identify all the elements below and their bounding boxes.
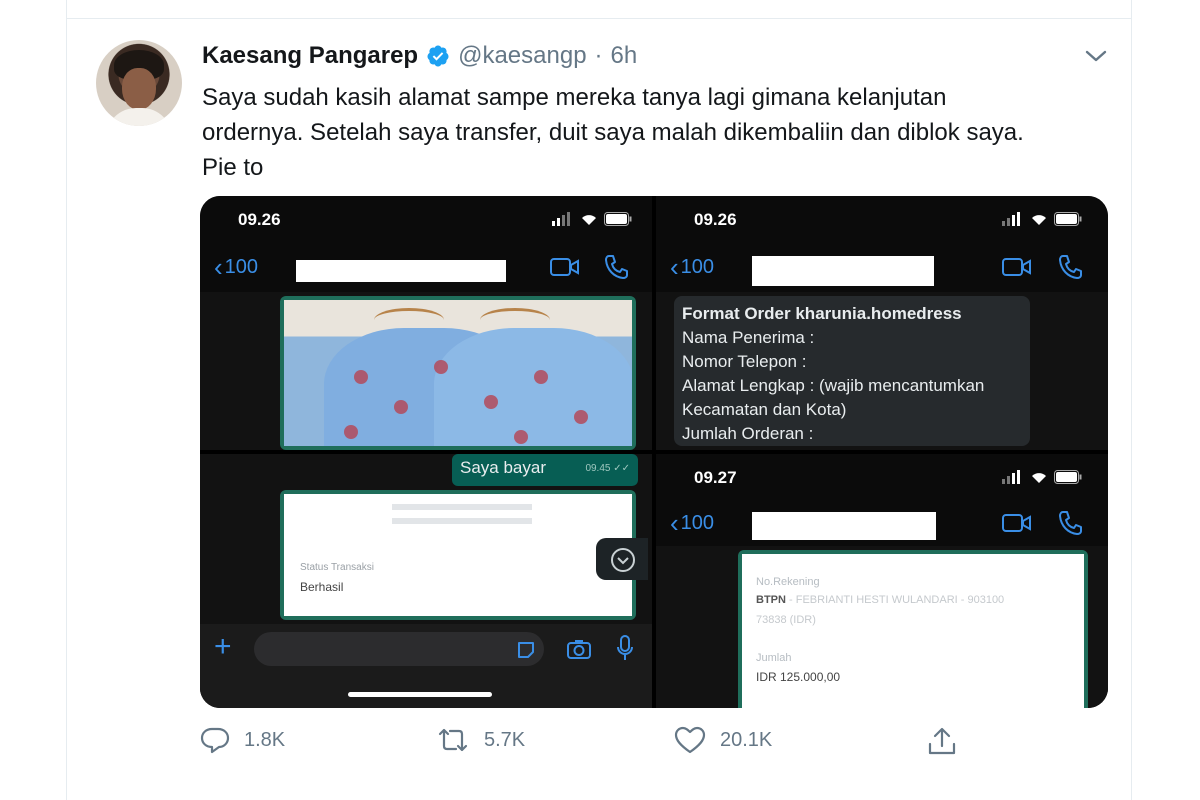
- message-line: Nama Penerima :: [682, 328, 815, 347]
- account-value: BTPN - FEBRIANTI HESTI WULANDARI - 90310…: [756, 594, 1005, 606]
- phone-icon[interactable]: [1058, 510, 1082, 536]
- message-title: Format Order kharunia.homedress: [682, 304, 962, 323]
- mic-icon[interactable]: [616, 634, 634, 662]
- chat-header: ‹ 100: [200, 246, 652, 288]
- phone-icon[interactable]: [604, 254, 628, 280]
- dress-photo: [284, 300, 632, 446]
- tweet-text: Saya sudah kasih alamat sampe mereka tan…: [202, 80, 1122, 185]
- message-line: Alamat Lengkap : (wajib mencantumkan: [682, 376, 985, 395]
- photo-message[interactable]: [280, 296, 636, 450]
- account-label: No.Rekening: [756, 576, 820, 588]
- sticker-icon[interactable]: [516, 640, 536, 660]
- status-time: 09.26: [694, 210, 737, 229]
- author-handle[interactable]: @kaesangp: [458, 42, 586, 70]
- amount-label: Jumlah: [756, 652, 792, 664]
- chevron-down-icon: [611, 548, 635, 572]
- redacted-contact: [752, 256, 934, 286]
- media-image-1[interactable]: 09.26 ‹ 100: [200, 196, 652, 450]
- redacted-contact: [752, 512, 936, 540]
- chat-header: ‹ 100: [656, 246, 1108, 288]
- reply-count: 1.8K: [244, 728, 286, 751]
- back-button[interactable]: ‹ 100: [670, 254, 714, 280]
- status-time: 09.26: [238, 210, 281, 229]
- tweet-media-grid[interactable]: 09.26 ‹ 100 09.26 ‹ 100 Format Order kha…: [200, 196, 1108, 708]
- share-button[interactable]: [926, 726, 958, 756]
- video-call-icon[interactable]: [1002, 256, 1032, 278]
- retweet-button[interactable]: 5.7K: [436, 726, 525, 754]
- share-icon: [928, 727, 956, 755]
- status-time: 09.27: [694, 468, 737, 487]
- camera-icon[interactable]: [566, 638, 592, 660]
- plus-icon[interactable]: +: [214, 630, 232, 664]
- tweet-actions: 1.8K 5.7K 20.1K: [200, 726, 980, 766]
- back-button[interactable]: ‹ 100: [214, 254, 258, 280]
- tweet-text-line: ordernya. Setelah saya transfer, duit sa…: [202, 119, 1024, 146]
- reply-icon: [200, 727, 230, 754]
- retweet-count: 5.7K: [484, 728, 526, 751]
- tweet-time[interactable]: 6h: [611, 42, 638, 70]
- account-value-2: 73838 (IDR): [756, 614, 816, 626]
- amount-value: IDR 125.000,00: [756, 670, 841, 684]
- reply-button[interactable]: 1.8K: [200, 726, 285, 754]
- order-format-message: Format Order kharunia.homedress Nama Pen…: [674, 296, 1030, 446]
- receipt-status-value: Berhasil: [300, 580, 344, 594]
- video-call-icon[interactable]: [550, 256, 580, 278]
- message-line: Kecamatan dan Kota): [682, 400, 847, 419]
- status-icons: [1002, 470, 1082, 484]
- divider: [66, 18, 1132, 19]
- tweet-text-line: Saya sudah kasih alamat sampe mereka tan…: [202, 84, 947, 111]
- redacted-contact: [296, 260, 506, 282]
- separator: ·: [594, 42, 603, 69]
- chevron-down-icon[interactable]: [1082, 44, 1110, 68]
- author-name[interactable]: Kaesang Pangarep: [202, 42, 418, 70]
- media-image-4[interactable]: 09.27 ‹ 100 No.Rekening BTPN - FEBRIANTI …: [656, 454, 1108, 708]
- retweet-icon: [438, 728, 468, 752]
- back-button[interactable]: ‹ 100: [670, 510, 714, 536]
- message-line: Jumlah Orderan :: [682, 424, 814, 443]
- receipt-image[interactable]: Status Transaksi Berhasil: [280, 490, 636, 620]
- status-icons: [552, 212, 632, 226]
- message-input[interactable]: [254, 632, 544, 666]
- like-button[interactable]: 20.1K: [674, 726, 772, 754]
- scroll-down-button[interactable]: [596, 538, 648, 580]
- verified-badge-icon: [427, 45, 449, 67]
- tweet-header: Kaesang Pangarep @kaesangp · 6h: [202, 40, 637, 72]
- chat-header: ‹ 100: [656, 502, 1108, 544]
- status-icons: [1002, 212, 1082, 226]
- avatar[interactable]: [96, 40, 182, 126]
- tweet-text-line: Pie to: [202, 154, 264, 181]
- message-input-bar: +: [200, 624, 652, 708]
- media-image-2[interactable]: 09.26 ‹ 100 Format Order kharunia.homedre…: [656, 196, 1108, 450]
- home-indicator: [348, 692, 492, 697]
- receipt-status-label: Status Transaksi: [300, 562, 374, 573]
- like-icon: [674, 726, 706, 754]
- video-call-icon[interactable]: [1002, 512, 1032, 534]
- transfer-receipt-image[interactable]: No.Rekening BTPN - FEBRIANTI HESTI WULAN…: [738, 550, 1088, 708]
- message-line: Nomor Telepon :: [682, 352, 807, 371]
- media-image-3[interactable]: Saya bayar 09.45 ✓✓ Status Transaksi Ber…: [200, 454, 652, 708]
- outgoing-message: Saya bayar 09.45 ✓✓: [452, 454, 638, 486]
- phone-icon[interactable]: [1058, 254, 1082, 280]
- like-count: 20.1K: [720, 728, 773, 751]
